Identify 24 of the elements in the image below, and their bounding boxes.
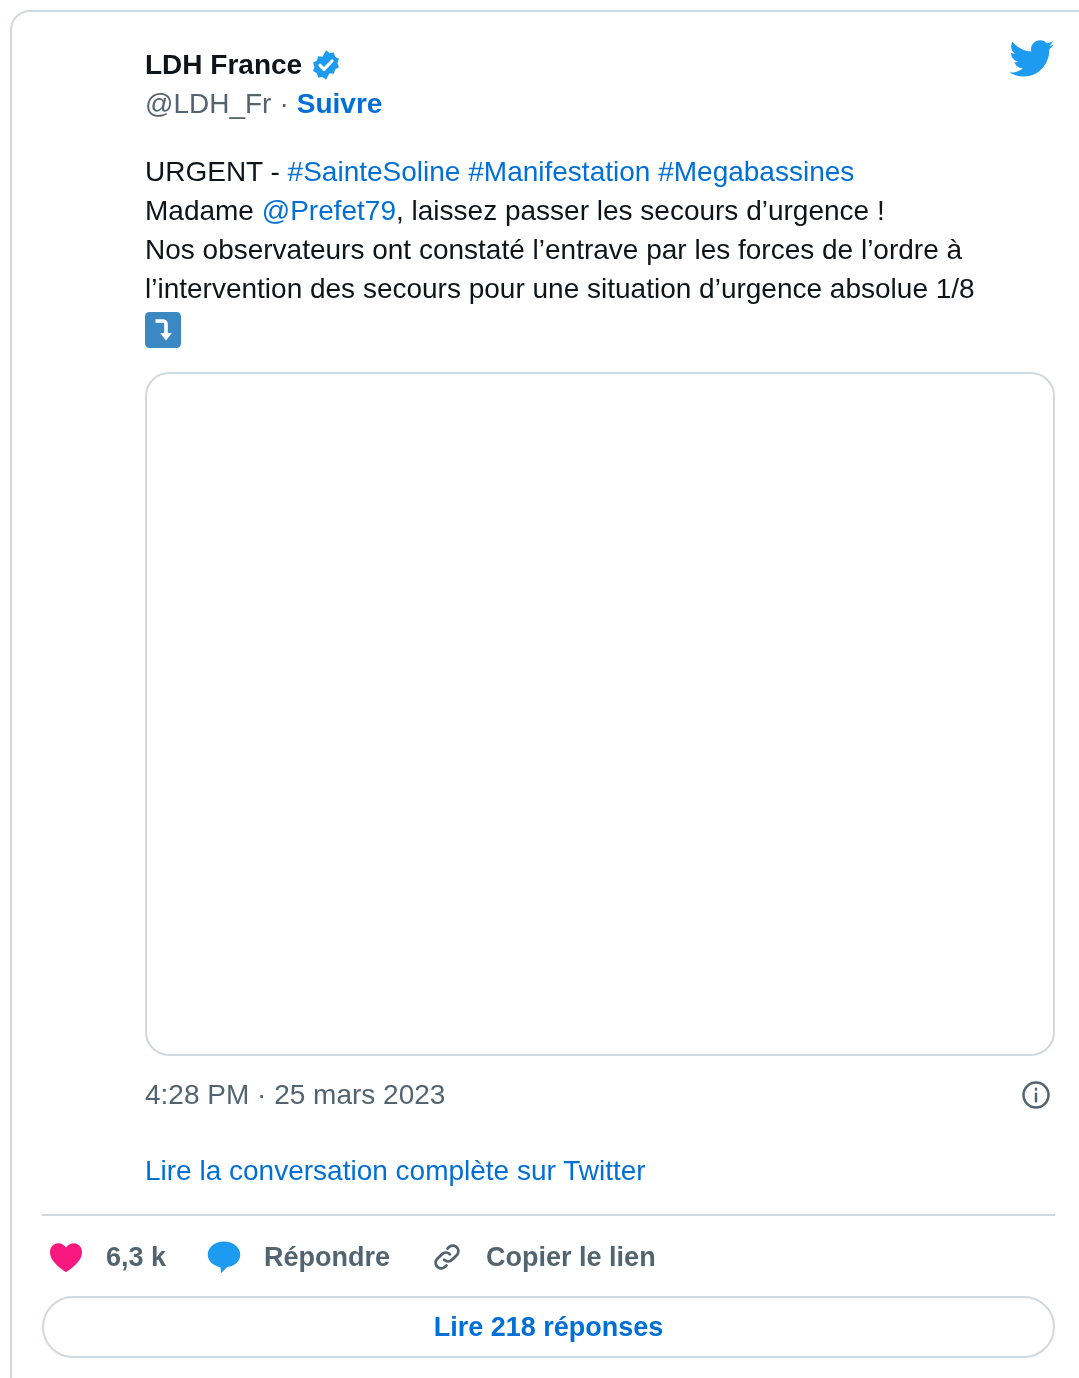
info-icon[interactable] — [1021, 1080, 1051, 1110]
arrow-down-right-icon — [145, 312, 181, 348]
bird-logo-icon — [1009, 40, 1055, 78]
tweet-text: Nos observateurs ont constaté l’entrave par les forces de l’ordre à — [145, 234, 963, 265]
tweet-text: Madame — [145, 195, 255, 226]
tweet-text: , laissez passer les secours d’urgence ! — [396, 195, 885, 226]
action-label[interactable]: Répondre — [264, 1236, 391, 1278]
tweet-link[interactable]: #SainteSoline — [287, 156, 461, 187]
read-replies-button[interactable]: Lire 218 réponses — [42, 1296, 1055, 1358]
tweet-link[interactable]: #Megabassines — [658, 156, 855, 187]
tweet-text: l’intervention des secours pour une situation d’urgence absolue 1/8 — [145, 273, 975, 304]
conversation-link[interactable]: Lire la conversation complète sur Twitter — [145, 1150, 646, 1192]
tweet-text: URGENT - — [145, 156, 281, 187]
follow-link[interactable]: Suivre — [296, 83, 383, 125]
author-name[interactable]: LDH France — [145, 44, 303, 86]
action-label[interactable]: Copier le lien — [486, 1236, 656, 1278]
speech-bubble-icon — [206, 1240, 243, 1274]
action-label[interactable]: 6,3 k — [106, 1236, 167, 1278]
tweet-link[interactable]: #Manifestation — [468, 156, 651, 187]
heart-icon — [48, 1241, 84, 1273]
author-handle[interactable]: @LDH_Fr — [145, 83, 272, 125]
tweet-link[interactable]: @Prefet79 — [261, 195, 396, 226]
timestamp[interactable]: 4:28 PM · 25 mars 2023 — [145, 1074, 446, 1116]
separator-dot: · — [279, 87, 289, 121]
